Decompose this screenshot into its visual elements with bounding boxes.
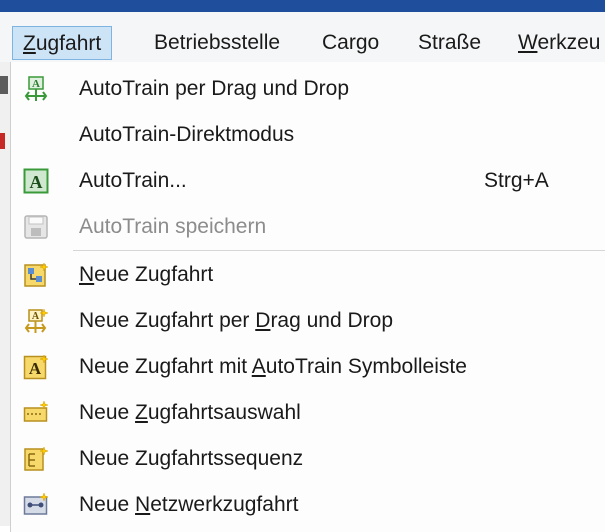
menuitem-neue-zugfahrtssequenz[interactable]: Neue Zugfahrtssequenz <box>11 436 605 482</box>
menu-bar: Zugfahrt Betriebsstelle Cargo Straße Wer… <box>0 12 605 63</box>
menu-betriebsstelle[interactable]: Betriebsstelle <box>144 26 290 60</box>
label-part: Neue <box>79 493 136 516</box>
menuitem-label: Neue Zugfahrt per Drag und Drop <box>79 298 393 344</box>
menu-separator <box>73 250 605 251</box>
label-part: eue Zugfahrt <box>94 263 214 286</box>
label-part: Neue <box>79 401 136 424</box>
label-part: utoTrain Symbolleiste <box>265 355 467 378</box>
label-part: ugfahrtsauswahl <box>147 401 301 424</box>
svg-text:A: A <box>29 359 42 378</box>
zugfahrt-dropdown-menu: A AutoTrain per Drag und Drop AutoTrain-… <box>10 62 605 532</box>
menuitem-neue-zugfahrt-autotrain-symbolleiste[interactable]: A Neue Zugfahrt mit AutoTrain Symbolleis… <box>11 344 605 390</box>
svg-text:A: A <box>30 172 43 192</box>
label-part: Neue Zugfahrt per <box>79 309 256 332</box>
menuitem-autotrain-drag-drop[interactable]: A AutoTrain per Drag und Drop <box>11 66 605 112</box>
menu-cargo[interactable]: Cargo <box>312 26 389 60</box>
label-part: Neue Zugfahrt mit <box>79 355 252 378</box>
menu-werkzeuge-accel: W <box>518 31 538 54</box>
menuitem-label: AutoTrain... <box>79 169 187 192</box>
menuitem-label: AutoTrain-Direktmodus <box>79 123 295 146</box>
save-icon <box>24 215 48 239</box>
menuitem-label: Neue Netzwerkzugfahrt <box>79 482 298 528</box>
menu-zugfahrt-rest: ugfahrt <box>35 32 102 55</box>
window-titlebar <box>0 0 605 12</box>
background-deco <box>0 76 8 94</box>
menuitem-label: Neue Zugfahrt <box>79 252 213 298</box>
autotrain-drag-icon: A <box>24 76 48 101</box>
menuitem-neue-zugfahrt-drag-drop[interactable]: A Neue Zugfahrt per Drag und Drop <box>11 298 605 344</box>
menuitem-neue-zugfahrtsauswahl[interactable]: Neue Zugfahrtsauswahl <box>11 390 605 436</box>
menu-zugfahrt[interactable]: Zugfahrt <box>12 26 113 60</box>
new-train-path-icon <box>24 262 49 287</box>
autotrain-icon: A <box>23 168 49 194</box>
label-accel: D <box>255 309 271 332</box>
menu-werkzeuge[interactable]: Werkzeu <box>508 26 605 60</box>
menuitem-label: Neue Zugfahrtssequenz <box>79 436 303 482</box>
new-train-autotrain-icon: A <box>23 354 49 380</box>
label-accel: Z <box>135 401 148 424</box>
menu-werkzeuge-rest: erkzeu <box>537 31 601 54</box>
menu-strasse[interactable]: Straße <box>408 26 491 60</box>
new-train-drag-icon: A <box>24 308 49 333</box>
menuitem-autotrain-speichern: AutoTrain speichern <box>11 204 605 250</box>
menuitem-label: AutoTrain speichern <box>79 215 267 238</box>
menuitem-label: Neue Zugfahrt mit AutoTrain Symbolleiste <box>79 344 467 390</box>
svg-text:A: A <box>32 78 40 90</box>
label-part: etzwerkzugfahrt <box>150 493 299 516</box>
menuitem-neue-netzwerkzugfahrt[interactable]: Neue Netzwerkzugfahrt <box>11 482 605 528</box>
menuitem-label: AutoTrain per Drag und Drop <box>79 77 350 100</box>
svg-text:A: A <box>32 311 40 322</box>
new-train-selection-icon <box>23 400 49 422</box>
menuitem-autotrain-direktmodus[interactable]: AutoTrain-Direktmodus <box>11 112 605 158</box>
label-accel: A <box>251 355 266 378</box>
new-network-train-icon <box>23 492 49 515</box>
menu-zugfahrt-accel: Z <box>23 32 36 55</box>
menuitem-autotrain[interactable]: A AutoTrain... Strg+A <box>11 158 605 204</box>
menuitem-neue-zugfahrt[interactable]: Neue Zugfahrt <box>11 252 605 298</box>
label-part: rag und Drop <box>270 309 394 332</box>
label-part: Neue Zugfahrtssequenz <box>79 447 304 470</box>
menuitem-shortcut: Strg+A <box>484 169 549 192</box>
new-train-sequence-icon <box>24 446 49 471</box>
label-accel: N <box>135 493 151 516</box>
background-deco <box>0 133 5 149</box>
menuitem-label: Neue Zugfahrtsauswahl <box>79 390 301 436</box>
label-accel: N <box>79 263 95 286</box>
